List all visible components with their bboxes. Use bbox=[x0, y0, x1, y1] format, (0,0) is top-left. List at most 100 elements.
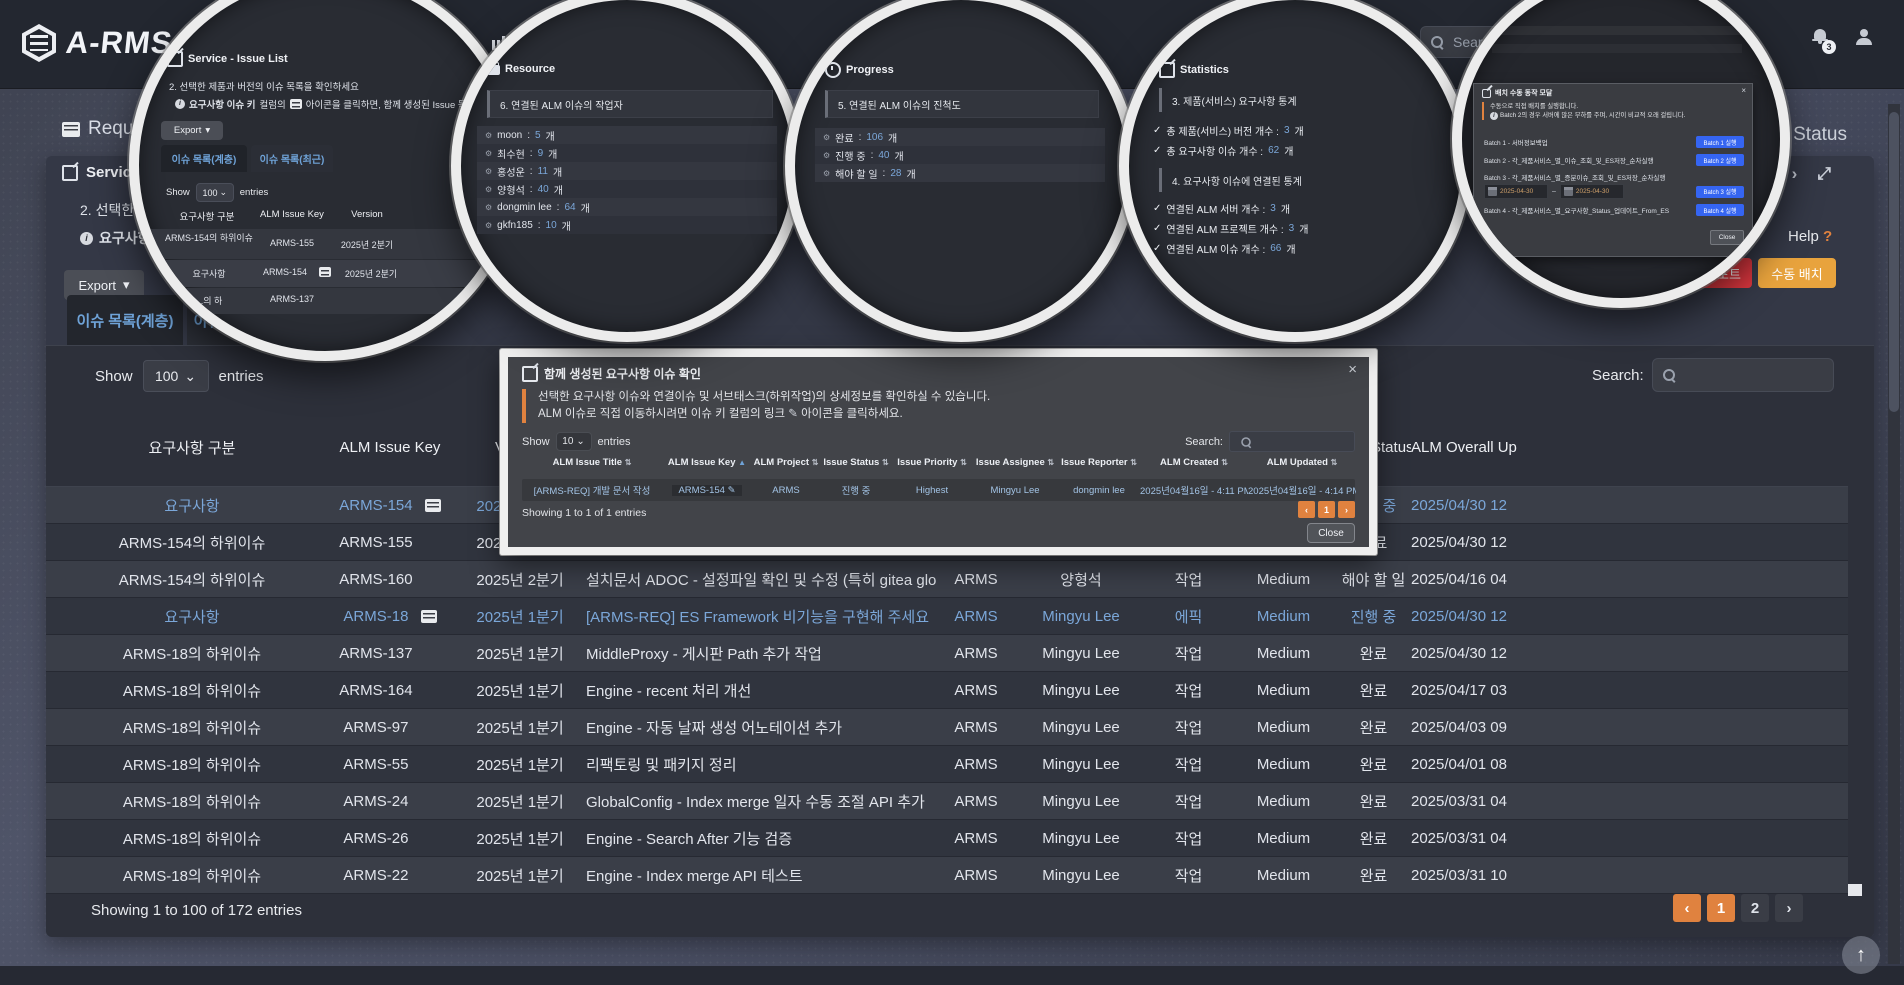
batch4-row: Batch 4 - 각_제품서비스_별_요구사항_Status_업데이트_Fro… bbox=[1484, 204, 1744, 216]
modal-search-input[interactable] bbox=[1257, 433, 1344, 451]
table-search-box[interactable] bbox=[1652, 358, 1834, 392]
modal-show-entries: Show 10⌄ entries bbox=[522, 432, 631, 451]
modal-close-button[interactable]: Close bbox=[1307, 523, 1355, 543]
app-root: A-RMS Requirement Monitoring 3 Requireme… bbox=[0, 0, 1904, 985]
modal-col-updated[interactable]: ALM Updated ⇅ bbox=[1248, 457, 1356, 468]
user-menu-button[interactable] bbox=[1856, 29, 1872, 50]
edit-note-icon bbox=[62, 165, 78, 181]
cell-category: ARMS-154의 하위이슈 bbox=[64, 569, 320, 590]
modal-next-button[interactable]: › bbox=[1338, 501, 1355, 518]
related-issues-icon[interactable] bbox=[425, 499, 441, 512]
modal-page-1[interactable]: 1 bbox=[1318, 501, 1335, 518]
cell-title: 설치문서 ADOC - 설정파일 확인 및 수정 (특히 gitea globa… bbox=[580, 569, 936, 590]
expand-icon[interactable]: ⤢ bbox=[1817, 164, 1831, 184]
col-header-overall-updated[interactable]: ALM Overall Up bbox=[1411, 439, 1531, 456]
cell-version: 2025년 2분기 bbox=[460, 569, 580, 590]
cell-overall-updated: 2025/03/31 04 bbox=[1411, 830, 1531, 847]
modal-col-key[interactable]: ALM Issue Key ▲ bbox=[662, 457, 752, 468]
modal-col-reporter[interactable]: Issue Reporter ⇅ bbox=[1058, 457, 1140, 468]
table-row[interactable]: ARMS-18의 하위이슈 ARMS-22 2025년 1분기 Engine -… bbox=[46, 857, 1848, 894]
lens-page-size-select[interactable]: 100⌄ bbox=[196, 183, 234, 202]
col-header-category[interactable]: 요구사항 구분 bbox=[64, 437, 320, 458]
batch3-date-to[interactable]: 2025-04-30 bbox=[1560, 184, 1624, 199]
modal-page-size-select[interactable]: 10⌄ bbox=[556, 432, 592, 451]
lens-panel-title: Resource bbox=[487, 62, 555, 75]
table-row[interactable]: ARMS-154의 하위이슈 ARMS-160 2025년 2분기 설치문서 A… bbox=[46, 561, 1848, 598]
cell-title: Engine - recent 처리 개선 bbox=[580, 680, 936, 701]
modal-col-project[interactable]: ALM Project ⇅ bbox=[752, 457, 820, 468]
lens-tab-hierarchy[interactable]: 이슈 목록(계층) bbox=[161, 145, 247, 172]
cell-issue-type: 작업 bbox=[1146, 791, 1231, 812]
batch-modal-close-button[interactable]: Close bbox=[1710, 230, 1744, 245]
cell-issue-key: ARMS-18 bbox=[320, 608, 460, 625]
vertical-scrollbar[interactable] bbox=[1888, 104, 1900, 964]
cell-assignee: Mingyu Lee bbox=[1016, 830, 1146, 847]
scroll-to-top-button[interactable]: ↑ bbox=[1842, 936, 1880, 974]
search-icon bbox=[1663, 369, 1675, 381]
modal-col-title[interactable]: ALM Issue Title ⇅ bbox=[522, 457, 662, 468]
modal-cell-status: 진행 중 bbox=[820, 483, 892, 497]
modal-table-row[interactable]: [ARMS-REQ] 개발 문서 작성 ARMS-154 ✎ ARMS 진행 중… bbox=[522, 479, 1355, 501]
calendar-icon bbox=[1488, 187, 1497, 196]
table-row[interactable]: ARMS-18의 하위이슈 ARMS-24 2025년 1분기 GlobalCo… bbox=[46, 783, 1848, 820]
scrollbar-thumb[interactable] bbox=[1889, 112, 1899, 412]
cell-category: ARMS-154의 하위이슈 bbox=[64, 532, 320, 553]
pagination-page-1[interactable]: 1 bbox=[1707, 894, 1735, 922]
pagination-prev-button[interactable]: ‹ bbox=[1673, 894, 1701, 922]
gear-icon: ⚙ bbox=[485, 185, 492, 194]
chevron-right-icon[interactable]: › bbox=[1792, 164, 1798, 184]
table-row[interactable]: ARMS-18의 하위이슈 ARMS-97 2025년 1분기 Engine -… bbox=[46, 709, 1848, 746]
modal-col-assignee[interactable]: Issue Assignee ⇅ bbox=[972, 457, 1058, 468]
cell-priority: Medium bbox=[1231, 867, 1336, 884]
batch1-run-button[interactable]: Batch 1 실행 bbox=[1696, 136, 1744, 148]
batch4-run-button[interactable]: Batch 4 실행 bbox=[1696, 204, 1744, 216]
batch-modal-info: 수동으로 직접 배치를 실행합니다. i Batch 2의 경우 서버에 많은 … bbox=[1482, 102, 1746, 120]
cell-issue-key: ARMS-164 bbox=[320, 682, 460, 699]
lens-export-button[interactable]: Export▾ bbox=[161, 121, 223, 140]
table-row[interactable]: 요구사항 ARMS-18 2025년 1분기 [ARMS-REQ] ES Fra… bbox=[46, 598, 1848, 635]
cell-status: 완료 bbox=[1336, 717, 1411, 738]
modal-close-icon[interactable]: × bbox=[1348, 361, 1357, 378]
cell-title: MiddleProxy - 게시판 Path 추가 작업 bbox=[580, 643, 936, 664]
modal-col-priority[interactable]: Issue Priority ⇅ bbox=[892, 457, 972, 468]
pagination-next-button[interactable]: › bbox=[1775, 894, 1803, 922]
lens-tab-recent[interactable]: 이슈 목록(최근) bbox=[251, 145, 333, 172]
link-icon[interactable]: ✎ bbox=[728, 485, 736, 496]
batch-modal-close-icon[interactable]: × bbox=[1741, 86, 1746, 95]
table-search-input[interactable] bbox=[1683, 366, 1823, 384]
table-row[interactable]: ARMS-18의 하위이슈 ARMS-55 2025년 1분기 리팩토링 및 패… bbox=[46, 746, 1848, 783]
lens-help-line1: 2. 선택한 제품과 버전의 이슈 목록을 확인하세요 bbox=[169, 79, 359, 93]
link-icon: ✎ bbox=[788, 408, 798, 420]
page-size-select[interactable]: 100⌄ bbox=[143, 360, 209, 392]
notifications-button[interactable]: 3 bbox=[1812, 28, 1828, 49]
lens-table-row-selected[interactable]: 요구사항 ARMS-154 2025년 2분기 bbox=[151, 260, 499, 287]
batch3-run-button[interactable]: Batch 3 실행 bbox=[1696, 186, 1744, 198]
batch3-date-from[interactable]: 2025-04-30 bbox=[1484, 184, 1548, 199]
modal-col-status[interactable]: Issue Status ⇅ bbox=[820, 457, 892, 468]
table-row[interactable]: ARMS-18의 하위이슈 ARMS-137 2025년 1분기 MiddleP… bbox=[46, 635, 1848, 672]
help-link[interactable]: Help ? bbox=[1788, 228, 1832, 245]
cell-status: 완료 bbox=[1336, 680, 1411, 701]
batch2-run-button[interactable]: Batch 2 실행 bbox=[1696, 154, 1744, 166]
pagination-page-2[interactable]: 2 bbox=[1741, 894, 1769, 922]
related-issues-icon[interactable] bbox=[319, 267, 331, 277]
cell-status: 완료 bbox=[1336, 865, 1411, 886]
modal-cell-project: ARMS bbox=[752, 485, 820, 496]
cell-project: ARMS bbox=[936, 608, 1016, 625]
cell-project: ARMS bbox=[936, 682, 1016, 699]
cell-project: ARMS bbox=[936, 793, 1016, 810]
cell-category: ARMS-18의 하위이슈 bbox=[64, 865, 320, 886]
modal-col-created[interactable]: ALM Created ⇅ bbox=[1140, 457, 1248, 468]
cell-project: ARMS bbox=[936, 867, 1016, 884]
lens-table-row[interactable]: ARMS-154의 하위이슈 ARMS-155 2025년 2분기 bbox=[151, 229, 499, 259]
table-row[interactable]: ARMS-18의 하위이슈 ARMS-26 2025년 1분기 Engine -… bbox=[46, 820, 1848, 857]
related-issues-icon[interactable] bbox=[421, 610, 437, 623]
stat-check-item: ✓ 연결된 ALM 이슈 개수 : 66 개 bbox=[1153, 238, 1308, 258]
modal-search-box[interactable] bbox=[1229, 431, 1355, 452]
cell-issue-key: ARMS-154 bbox=[320, 497, 460, 514]
modal-prev-button[interactable]: ‹ bbox=[1298, 501, 1315, 518]
col-header-issue-key[interactable]: ALM Issue Key bbox=[320, 439, 460, 456]
table-row[interactable]: ARMS-18의 하위이슈 ARMS-164 2025년 1분기 Engine … bbox=[46, 672, 1848, 709]
magnifier-lens-progress: Progress 5. 연결된 ALM 이슈의 진척도 ⚙ 완료: 106 개 … bbox=[785, 0, 1137, 342]
lens-table-row[interactable]: ...의 하 ARMS-137 bbox=[151, 288, 499, 314]
